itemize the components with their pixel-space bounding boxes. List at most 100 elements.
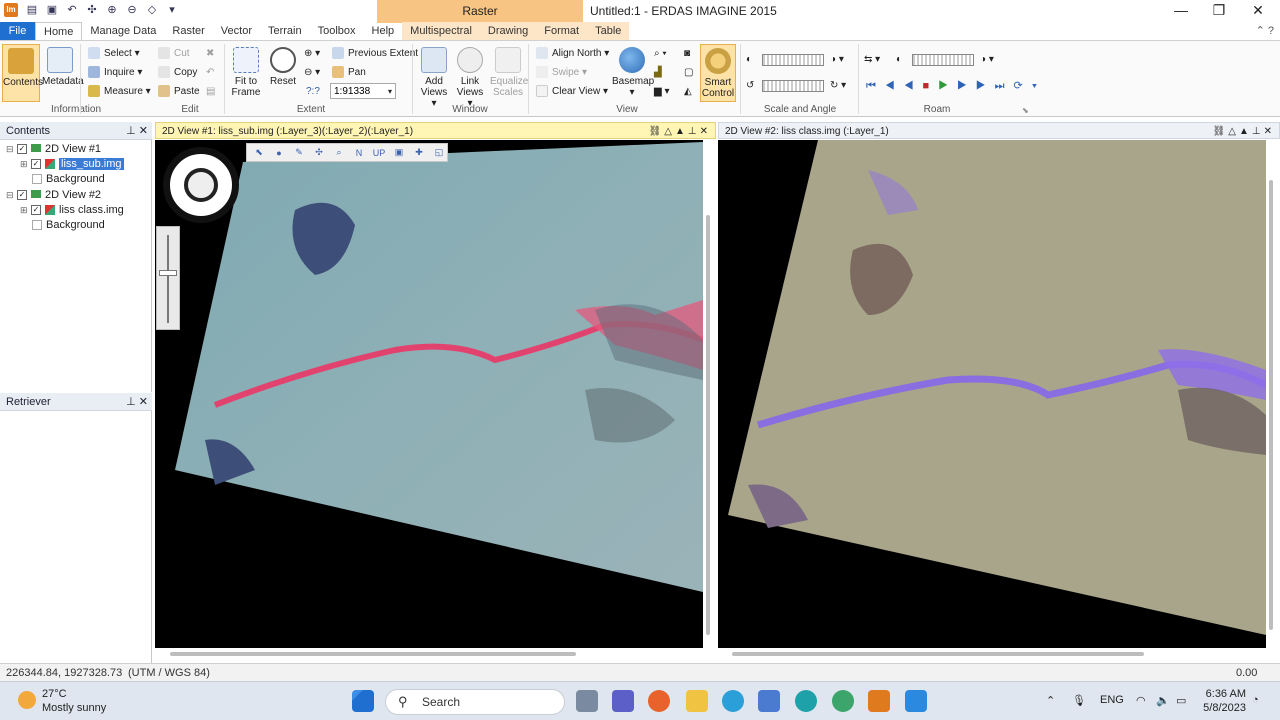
tab-home[interactable]: Home	[35, 22, 83, 40]
view2-canvas[interactable]	[718, 140, 1266, 648]
teams-icon[interactable]	[612, 690, 634, 712]
checkbox-checked[interactable]: ✓	[31, 159, 41, 170]
file-explorer-icon[interactable]	[686, 690, 708, 712]
fit-tool-icon[interactable]: ▣	[392, 147, 406, 158]
view1-vertical-scrollbar[interactable]	[706, 215, 710, 635]
view-option-a-icon[interactable]: ◙	[684, 47, 690, 61]
scale-dropdown-icon[interactable]: ▾	[388, 85, 392, 99]
rotate-right-icon[interactable]: ↻ ▾	[830, 79, 846, 93]
equalize-scales-button[interactable]: Equalize Scales	[490, 44, 528, 98]
align-north-button[interactable]: Align North ▾	[536, 47, 609, 61]
pan-tool-icon[interactable]: ✣	[312, 147, 326, 158]
view-close-icon[interactable]: ✕	[1264, 126, 1275, 137]
erdas-taskbar-icon[interactable]	[868, 690, 890, 712]
expand-icon[interactable]: ⊞	[20, 203, 29, 217]
view2-vertical-scrollbar[interactable]	[1269, 180, 1273, 630]
tree-item-background[interactable]: Background	[32, 218, 105, 232]
taskbar-search-box[interactable]: ⚲ Search	[385, 689, 565, 715]
microphone-icon[interactable]: 🎙	[1072, 694, 1086, 707]
roam-speed-increase-icon[interactable]: ◑ ▾	[980, 53, 994, 67]
weather-sun-icon[interactable]	[18, 691, 36, 709]
reset-button[interactable]: Reset	[268, 44, 298, 87]
microsoft-store-icon[interactable]	[758, 690, 780, 712]
link-icon[interactable]: ⛓	[649, 126, 665, 137]
select-tool-icon[interactable]: ⬉	[252, 147, 266, 158]
volume-icon[interactable]: 🔈	[1156, 694, 1170, 707]
paste-special-icon[interactable]: ▤	[206, 85, 215, 99]
zoom-view-tool[interactable]: ⌕ ▾	[654, 47, 667, 61]
layer-icon[interactable]: ◇	[144, 3, 160, 17]
scale-input[interactable]	[330, 83, 396, 99]
tree-item-2d-view-1[interactable]: ⊟ ✓ 2D View #1	[6, 142, 101, 156]
tree-item-background[interactable]: Background	[32, 172, 105, 186]
scale-increase-icon[interactable]: ◑ ▾	[830, 53, 844, 67]
point-tool-icon[interactable]: ●	[272, 148, 286, 158]
tab-help[interactable]: Help	[364, 22, 403, 40]
up-tool-icon[interactable]: UP	[372, 148, 386, 158]
view-close-icon[interactable]: ✕	[700, 126, 711, 137]
view1-horizontal-scrollbar[interactable]	[170, 652, 576, 656]
clear-view-button[interactable]: Clear View ▾	[536, 85, 608, 99]
zoom-app-icon[interactable]	[905, 690, 927, 712]
inquire-icon[interactable]: ✣	[84, 3, 100, 17]
checkbox-checked[interactable]: ✓	[31, 205, 41, 216]
scale-decrease-icon[interactable]: ◐	[746, 53, 752, 67]
view2-header[interactable]: 2D View #2: liss class.img (:Layer_1) ⛓△…	[718, 122, 1280, 139]
zoom-in-tool[interactable]: ⊕ ▾	[304, 47, 320, 61]
save-icon[interactable]: ▣	[44, 3, 60, 17]
zoom-slider-thumb[interactable]	[159, 270, 177, 276]
telegram-icon[interactable]	[722, 690, 744, 712]
tab-raster[interactable]: Raster	[164, 22, 212, 40]
open-folder-icon[interactable]: ▤	[24, 3, 40, 17]
pin-icon[interactable]: ⊥	[688, 126, 700, 137]
tab-multispectral[interactable]: Multispectral	[402, 22, 480, 40]
delete-icon[interactable]: ✖	[206, 47, 214, 61]
paste-button[interactable]: Paste	[158, 85, 200, 99]
tree-item-liss-class[interactable]: ⊞ ✓ liss class.img	[20, 203, 124, 217]
collapse-icon[interactable]: ⊟	[6, 142, 15, 156]
collapse-icon[interactable]: ⊟	[6, 188, 15, 202]
roam-speed-decrease-icon[interactable]: ◐	[896, 53, 902, 67]
taskbar-clock[interactable]: 6:36 AM 5/8/2023	[1200, 687, 1246, 715]
zoom-in-icon[interactable]: ⊕	[104, 3, 120, 17]
select-button[interactable]: Select ▾	[88, 47, 140, 61]
minimize-button[interactable]: —	[1166, 2, 1196, 18]
annotate-tool-icon[interactable]: ✎	[292, 147, 306, 158]
help-icon[interactable]: ?	[1268, 25, 1274, 37]
north-tool-icon[interactable]: N	[352, 148, 366, 158]
expand-icon[interactable]: ⊞	[20, 157, 29, 171]
tab-drawing[interactable]: Drawing	[479, 22, 537, 40]
scale-slider[interactable]	[762, 54, 824, 66]
tree-item-liss-sub[interactable]: ⊞ ✓ liss_sub.img	[20, 157, 124, 171]
angle-slider[interactable]	[762, 80, 824, 92]
metadata-button[interactable]: Metadata	[42, 44, 84, 87]
pin-icon[interactable]: ⊥	[126, 125, 136, 137]
tab-terrain[interactable]: Terrain	[260, 22, 310, 40]
weather-description[interactable]: Mostly sunny	[42, 702, 106, 714]
panel-close-icon[interactable]: ✕	[139, 125, 148, 137]
zoom-tool-icon[interactable]: ⌕	[332, 147, 346, 158]
cut-button[interactable]: Cut	[158, 47, 190, 61]
rotate-left-icon[interactable]: ↺	[746, 79, 754, 93]
pan-button[interactable]: Pan	[332, 66, 366, 80]
navigation-wheel[interactable]	[163, 147, 239, 223]
undo-edit-icon[interactable]: ↶	[206, 66, 214, 80]
checkbox-checked[interactable]: ✓	[17, 144, 27, 155]
contents-button[interactable]: Contents	[2, 44, 43, 102]
swipe-button[interactable]: Swipe ▾	[536, 66, 587, 80]
checkbox-unchecked[interactable]	[32, 174, 42, 185]
zoom-slider[interactable]	[156, 226, 180, 330]
checkbox-checked[interactable]: ✓	[17, 190, 27, 201]
roam-stop-icon[interactable]: ■	[923, 80, 939, 92]
view1-canvas[interactable]	[155, 140, 703, 648]
view1-header[interactable]: 2D View #1: liss_sub.img (:Layer_3)(:Lay…	[155, 122, 716, 139]
checkbox-unchecked[interactable]	[32, 220, 42, 231]
windows-start-icon[interactable]	[352, 690, 374, 712]
lock-icon[interactable]: ▲	[675, 126, 688, 137]
fit-to-frame-button[interactable]: Fit to Frame	[228, 44, 264, 98]
zoom-out-tool[interactable]: ⊖ ▾	[304, 66, 320, 80]
tab-manage-data[interactable]: Manage Data	[82, 22, 164, 40]
task-view-icon[interactable]	[576, 690, 598, 712]
nav-center-button[interactable]	[184, 168, 218, 202]
add-views-button[interactable]: Add Views ▾	[418, 44, 450, 109]
